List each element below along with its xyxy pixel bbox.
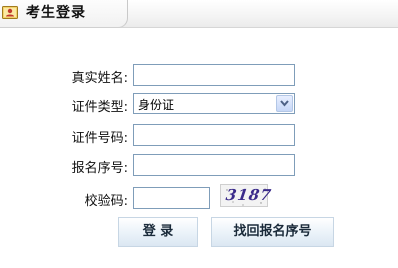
user-card-icon [2, 4, 18, 20]
captcha-text: 3187 [224, 186, 274, 204]
id-number-label: 证件号码: [71, 131, 128, 146]
captcha-image[interactable]: 3187 [220, 184, 273, 207]
header-tab: 考生登录 [0, 0, 128, 28]
id-number-input[interactable] [133, 124, 295, 146]
reg-number-label: 报名序号: [71, 161, 128, 176]
reg-number-input[interactable] [133, 154, 295, 176]
real-name-input[interactable] [133, 64, 295, 86]
id-type-label: 证件类型: [71, 100, 128, 115]
id-type-selected: 身份证 [138, 98, 175, 112]
id-type-select[interactable]: 身份证 [133, 93, 295, 114]
captcha-label: 校验码: [84, 194, 128, 209]
page-title: 考生登录 [26, 5, 86, 21]
candidate-login-page: 考生登录 真实姓名: 证件类型: 身份证 证件号码: 报名序号: 校验码: 31… [0, 0, 398, 268]
chevron-down-icon[interactable] [276, 95, 293, 112]
real-name-label: 真实姓名: [71, 71, 128, 86]
recover-reg-number-button[interactable]: 找回报名序号 [211, 217, 334, 247]
captcha-input[interactable] [133, 187, 210, 209]
login-button[interactable]: 登 录 [118, 217, 198, 247]
